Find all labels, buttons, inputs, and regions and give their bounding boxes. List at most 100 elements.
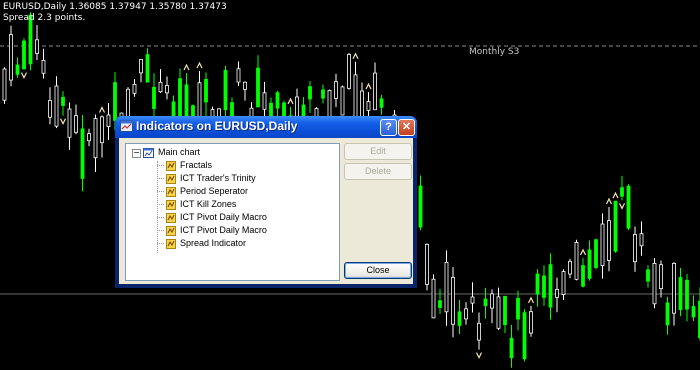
edit-button[interactable]: Edit (344, 143, 412, 160)
close-window-button[interactable]: ✕ (398, 119, 415, 136)
candle-body (470, 296, 475, 304)
candle-body (48, 100, 52, 118)
delete-button[interactable]: Delete (344, 163, 412, 180)
candle-body (54, 85, 59, 127)
candle-body (613, 200, 618, 252)
dialog-titlebar[interactable]: Indicators on EURUSD,Daily ? ✕ (115, 116, 417, 138)
tree-item-indicator[interactable]: Period Seperator (166, 185, 248, 198)
candle-body (295, 96, 299, 119)
fractal-down-arrow (59, 118, 67, 126)
candle-body (22, 40, 26, 70)
candle-body (87, 133, 91, 142)
candle-body (587, 249, 592, 279)
tree-connector-line (157, 191, 164, 192)
candle-body (548, 264, 553, 308)
candle-body (334, 81, 338, 99)
fractal-up-arrow (287, 97, 294, 105)
candle-body (509, 337, 514, 359)
tree-connector-line (157, 204, 164, 205)
candle-body (100, 116, 104, 144)
tree-item-indicator[interactable]: ICT Kill Zones (166, 198, 236, 211)
candle-body (9, 34, 13, 81)
candle-body (659, 264, 663, 290)
tree-item-indicator[interactable]: ICT Pivot Daily Macro (166, 224, 267, 237)
fractal-up-arrow (183, 63, 190, 71)
close-button[interactable]: Close (344, 262, 412, 279)
candle-body (607, 220, 611, 261)
fractal-up-arrow (579, 248, 587, 256)
fractal-up-arrow (365, 82, 372, 90)
indicator-icon (166, 173, 176, 184)
fractal-up-arrow (605, 197, 613, 205)
candle-body (145, 54, 150, 83)
candle-body (425, 243, 429, 285)
tree-root-main-chart[interactable]: Main chart (143, 146, 200, 159)
tree-item-indicator[interactable]: ICT Trader's Trinity (166, 172, 256, 185)
candle-body (152, 86, 156, 109)
candle-body (256, 67, 260, 108)
candle-body (340, 86, 345, 116)
candle-body (418, 185, 423, 228)
tree-item-label: ICT Pivot Daily Macro (180, 212, 267, 222)
candle-body (496, 296, 501, 329)
candle-body (132, 84, 137, 94)
fractal-up-arrow (98, 106, 106, 113)
candle-body (61, 96, 65, 106)
spread-info: Spread 2.3 points. (3, 13, 86, 23)
candle-body (633, 234, 637, 263)
tree-connector-line (157, 230, 164, 231)
candle-body (626, 185, 631, 229)
candle-body (93, 118, 98, 159)
tree-item-label: Fractals (180, 160, 213, 170)
candle-body (431, 278, 436, 319)
candle-body (438, 300, 442, 308)
collapse-toggle[interactable]: − (132, 149, 141, 158)
chart-window-icon (143, 147, 154, 158)
candle-body (691, 306, 696, 318)
help-button[interactable]: ? (380, 119, 397, 136)
candle-body (444, 261, 449, 313)
indicator-icon (166, 199, 176, 210)
candle-body (165, 85, 169, 94)
candle-body (139, 59, 143, 74)
candle-body (639, 233, 644, 247)
candle-body (74, 115, 78, 133)
candle-body (223, 69, 228, 111)
tree-connector-line (157, 178, 164, 179)
tree-item-indicator[interactable]: Fractals (166, 159, 212, 172)
tree-item-indicator[interactable]: Spread Indicator (166, 237, 246, 250)
candle-body (600, 223, 605, 266)
candle-body (457, 311, 462, 326)
fractal-up-arrow (196, 61, 203, 69)
tree-item-label: Period Seperator (180, 186, 249, 196)
tree-item-label: Spread Indicator (180, 238, 247, 248)
fractal-down-arrow (475, 352, 483, 359)
candle-body (568, 260, 572, 275)
candle-body (204, 78, 208, 103)
candle-body (347, 54, 351, 89)
candle-body (581, 265, 585, 287)
candle-body (620, 187, 624, 197)
tree-connector-line (157, 165, 164, 166)
tree-item-label: ICT Pivot Daily Macro (180, 225, 267, 235)
candle-body (379, 98, 384, 108)
candle-body (665, 302, 670, 326)
candle-body (41, 59, 46, 74)
tree-root-label: Main chart (158, 147, 201, 157)
indicator-tree[interactable]: − Main chart Fractals ICT Trader's Trinit… (125, 143, 340, 281)
tree-connector-line (157, 161, 158, 253)
dialog-body: − Main chart Fractals ICT Trader's Trinit… (119, 138, 413, 284)
candle-body (646, 269, 650, 282)
candle-body (503, 295, 507, 325)
tree-item-label: ICT Kill Zones (180, 199, 237, 209)
candle-body (483, 298, 488, 307)
candle-body (230, 102, 234, 117)
tree-item-indicator[interactable]: ICT Pivot Daily Macro (166, 211, 267, 224)
candle-body (373, 72, 377, 111)
candle-body (522, 312, 527, 360)
indicator-icon (166, 160, 176, 171)
candle-body (308, 86, 312, 100)
tree-connector-line (157, 243, 164, 244)
candle-body (555, 289, 559, 298)
candle-body (236, 68, 241, 83)
